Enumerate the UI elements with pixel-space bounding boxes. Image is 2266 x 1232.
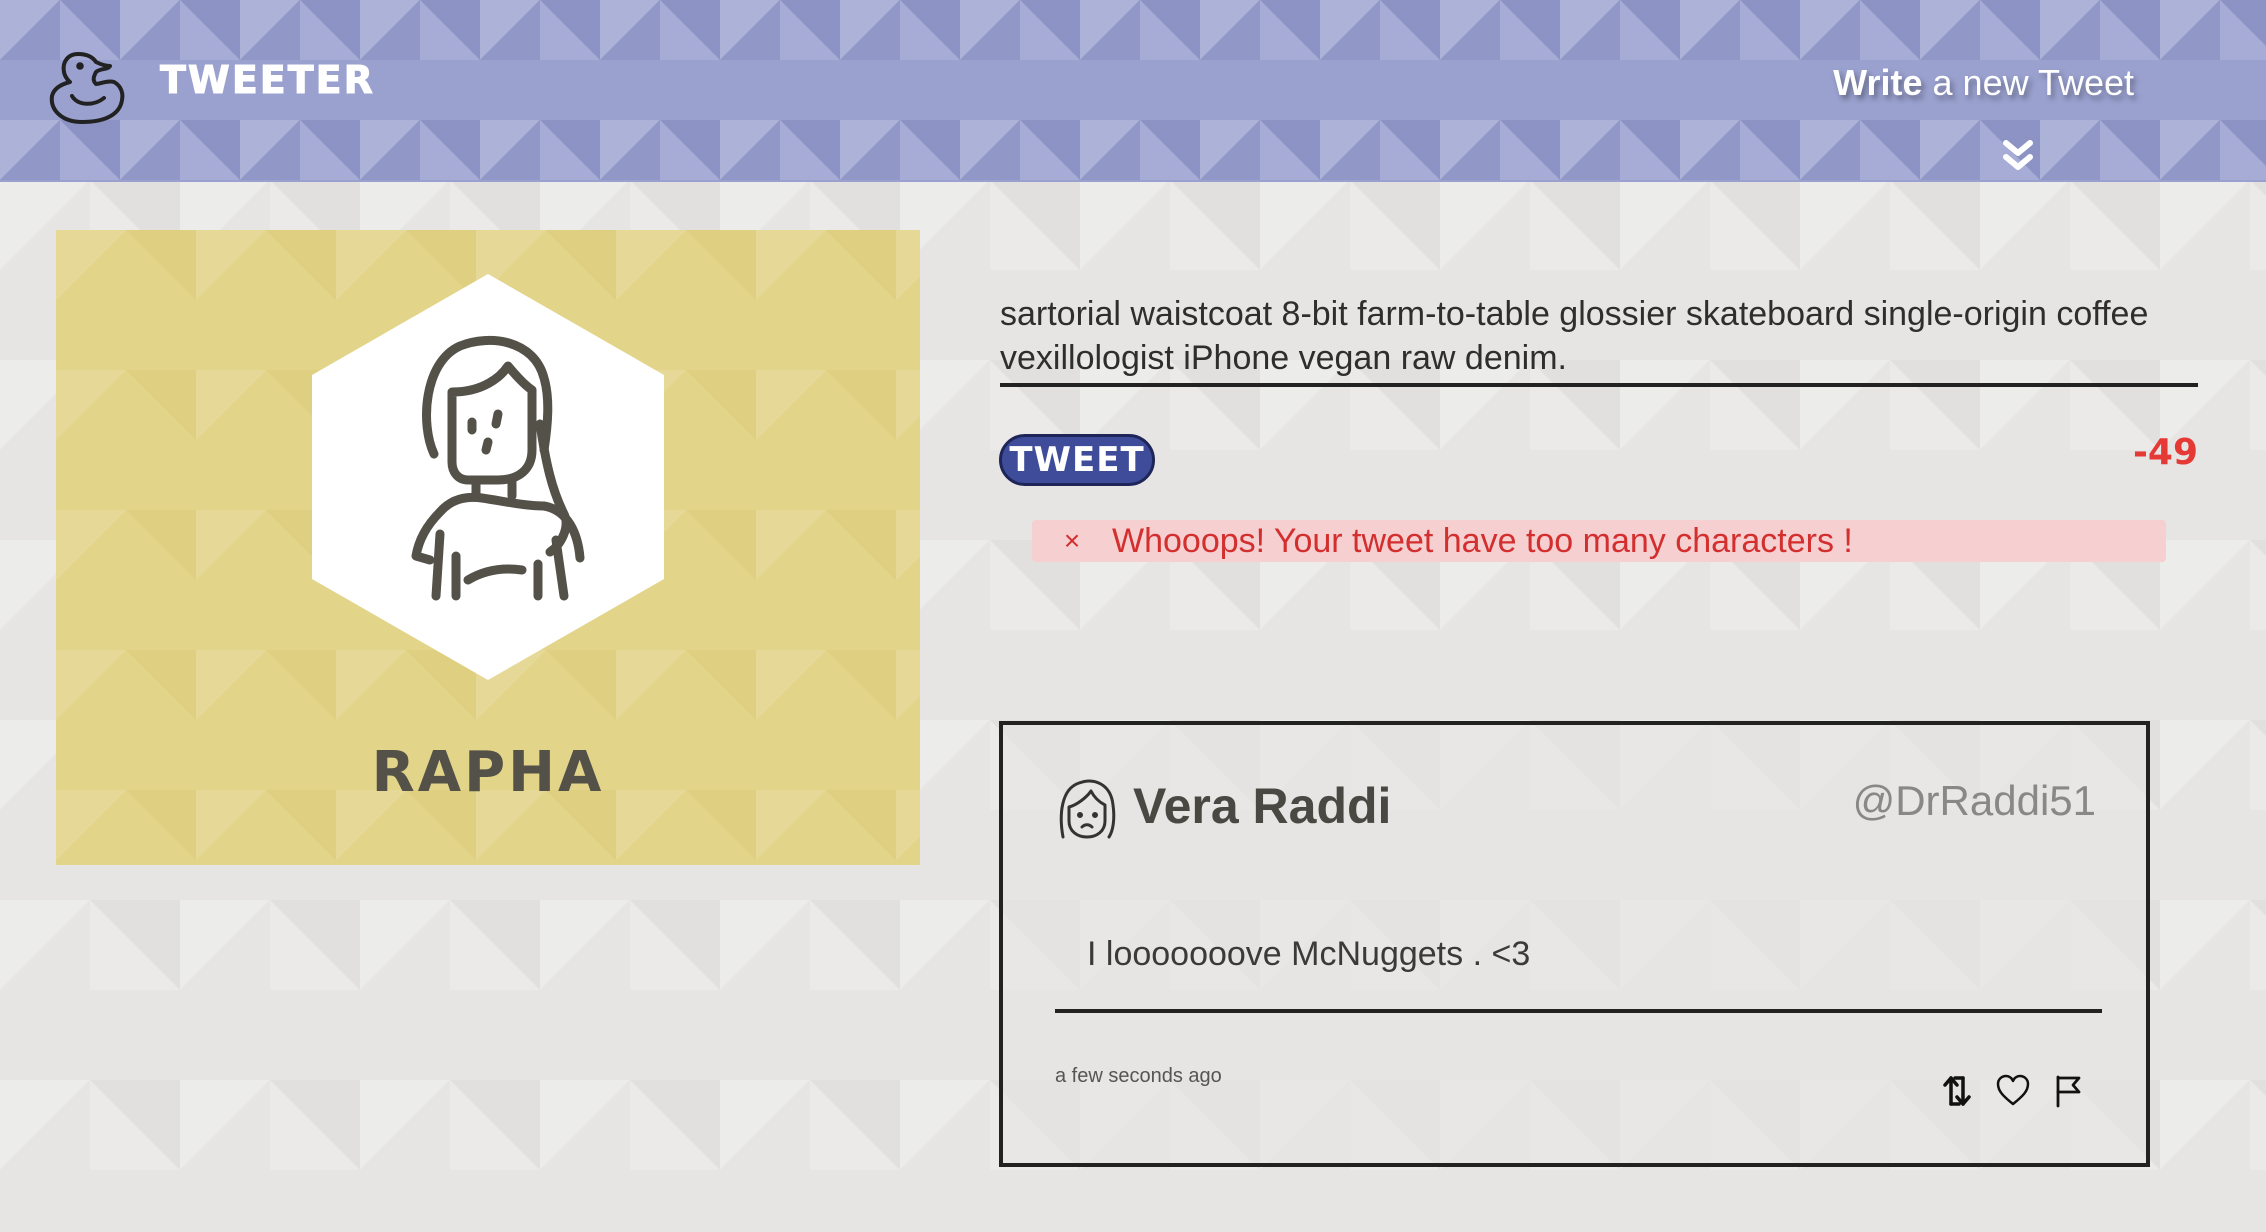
compose-toggle-strong: Write — [1833, 62, 1923, 103]
tweet-author-handle[interactable]: @DrRaddi51 — [1853, 777, 2096, 825]
tweet-author-name[interactable]: Vera Raddi — [1133, 777, 1391, 835]
tweet-text-line: sartorial waistcoat 8-bit farm-to-table … — [1000, 295, 2149, 333]
tweet-divider — [1055, 1009, 2102, 1013]
woman-avatar-icon — [312, 274, 664, 680]
retweet-icon[interactable] — [1939, 1073, 1975, 1109]
compose-toggle-rest: a new Tweet — [1922, 62, 2134, 103]
double-chevron-down-icon[interactable] — [1998, 138, 2038, 174]
profile-name: RAPHA — [371, 740, 605, 805]
error-message: Whooops! Your tweet have too many charac… — [1112, 521, 1853, 560]
compose-underline — [1000, 383, 2198, 387]
nav-bar: TWEETER Write a new Tweet — [0, 0, 2266, 182]
brand-title[interactable]: TWEETER — [160, 58, 375, 103]
duck-icon[interactable] — [48, 44, 132, 128]
tweet-text-line: vexillologist iPhone vegan raw denim. — [1000, 339, 1567, 377]
tweet-actions — [1939, 1073, 2087, 1109]
error-message-box: × Whooops! Your tweet have too many char… — [1032, 520, 2166, 562]
tweet-card: Vera Raddi @DrRaddi51 I looooooove McNug… — [999, 721, 2150, 1167]
tweet-body: I looooooove McNuggets . <3 — [1087, 935, 1531, 973]
heart-icon[interactable] — [1995, 1073, 2031, 1109]
profile-card: RAPHA — [56, 230, 920, 865]
character-counter: -49 — [2132, 432, 2198, 473]
tweet-submit-button[interactable]: TWEET — [999, 434, 1155, 486]
close-icon[interactable]: × — [1032, 525, 1112, 557]
write-tweet-toggle[interactable]: Write a new Tweet — [1833, 62, 2134, 104]
flag-icon[interactable] — [2051, 1073, 2087, 1109]
tweet-textarea[interactable]: sartorial waistcoat 8-bit farm-to-table … — [1000, 288, 2198, 380]
avatar-icon — [1059, 779, 1116, 839]
tweet-timestamp: a few seconds ago — [1055, 1065, 1222, 1087]
